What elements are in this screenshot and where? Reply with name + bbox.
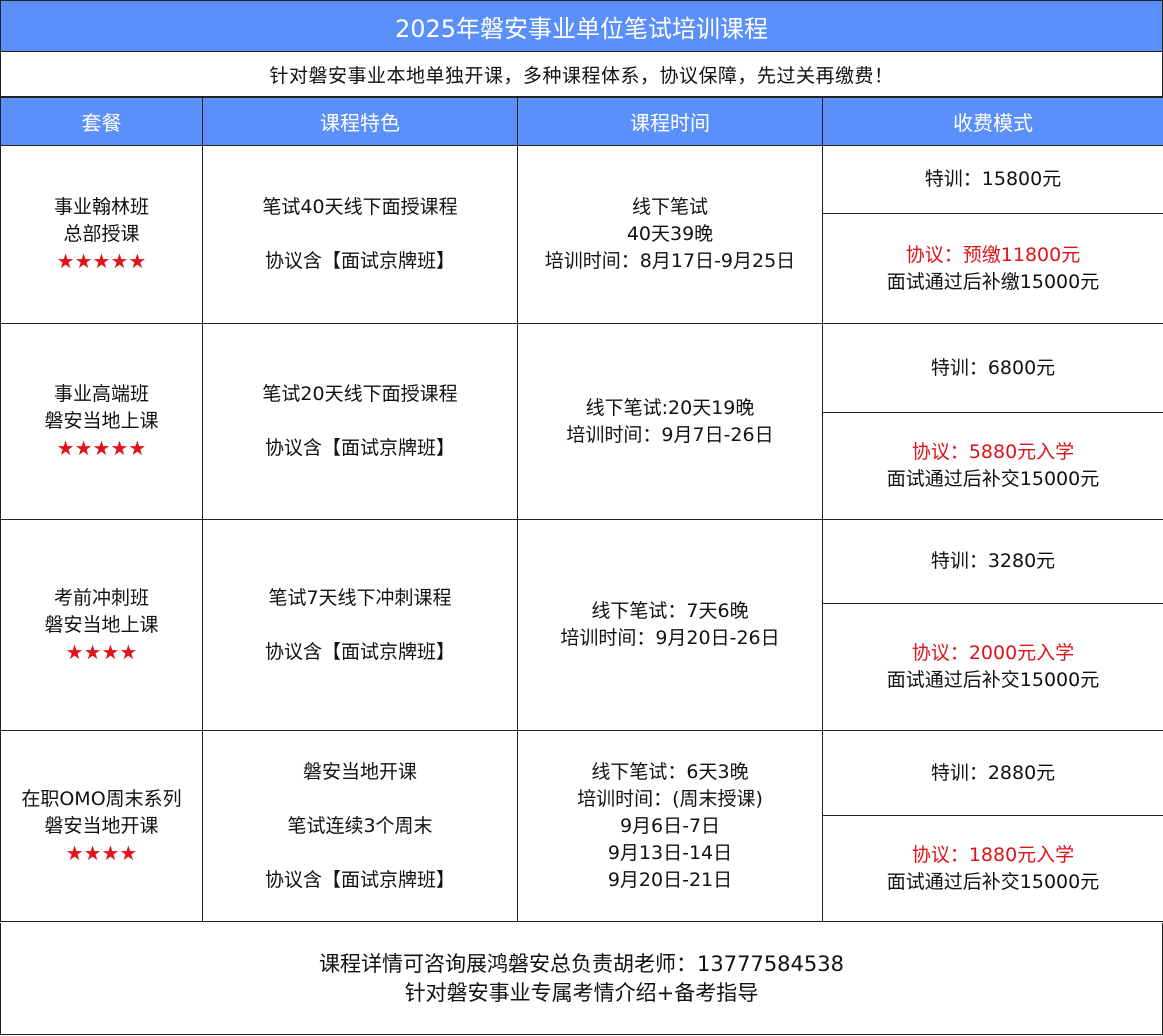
fee-special-cell: 特训：2880元: [822, 730, 1163, 816]
fee-agreement-cell: 协议：5880元入学 面试通过后补交15000元: [822, 412, 1163, 520]
feature-line: 协议含【面试京牌班】: [264, 640, 455, 663]
time-line: 培训时间：8月17日-9月25日: [544, 250, 796, 272]
fee-special-cell: 特训：6800元: [822, 323, 1163, 413]
package-cell: 考前冲刺班 磐安当地上课 ★★★★: [0, 519, 203, 731]
feature-line: 协议含【面试京牌班】: [264, 868, 455, 891]
package-name: 事业高端班: [53, 383, 149, 405]
time-line: 培训时间：9月20日-26日: [560, 627, 780, 649]
header-time: 课程时间: [517, 97, 823, 146]
fee-note: 面试通过后补缴15000元: [886, 270, 1100, 293]
time-cell: 线下笔试：6天3晚 培训时间：(周末授课) 9月6日-7日 9月13日-14日 …: [517, 730, 823, 922]
fee-special-cell: 特训：15800元: [822, 145, 1163, 214]
time-line: 40天39晚: [626, 223, 714, 245]
package-cell: 事业翰林班 总部授课 ★★★★★: [0, 145, 203, 324]
fee-agreement: 协议：1880元入学: [911, 843, 1075, 866]
time-line: 培训时间：(周末授课): [577, 787, 763, 810]
course-sheet: 2025年磐安事业单位笔试培训课程 针对磐安事业本地单独开课，多种课程体系，协议…: [0, 0, 1163, 1036]
fee-special: 特训：2880元: [930, 761, 1056, 784]
package-location: 磐安当地开课: [44, 814, 159, 837]
fee-agreement: 协议：预缴11800元: [905, 243, 1081, 266]
time-line: 9月20日-21日: [607, 868, 733, 891]
package-cell: 事业高端班 磐安当地上课 ★★★★★: [0, 323, 203, 520]
course-table: 套餐 课程特色 课程时间 收费模式 事业翰林班 总部授课 ★★★★★ 笔试40天…: [0, 97, 1163, 922]
time-line: 9月6日-7日: [619, 814, 721, 837]
package-location: 总部授课: [63, 223, 140, 245]
time-cell: 线下笔试：7天6晚 培训时间：9月20日-26日: [517, 519, 823, 731]
feature-line: 协议含【面试京牌班】: [264, 250, 455, 272]
header-features: 课程特色: [202, 97, 518, 146]
package-name: 考前冲刺班: [53, 586, 149, 609]
fee-special: 特训：15800元: [924, 168, 1062, 190]
fee-agreement-cell: 协议：1880元入学 面试通过后补交15000元: [822, 815, 1163, 922]
features-cell: 笔试40天线下面授课程 协议含【面试京牌班】: [202, 145, 518, 324]
page-title: 2025年磐安事业单位笔试培训课程: [0, 0, 1163, 52]
time-cell: 线下笔试 40天39晚 培训时间：8月17日-9月25日: [517, 145, 823, 324]
table-row: 事业翰林班 总部授课 ★★★★★ 笔试40天线下面授课程 协议含【面试京牌班】 …: [0, 145, 1163, 324]
package-location: 磐安当地上课: [44, 410, 159, 432]
package-name: 事业翰林班: [53, 196, 149, 218]
fee-agreement-cell: 协议：预缴11800元 面试通过后补缴15000元: [822, 213, 1163, 324]
rating-stars: ★★★★★: [56, 249, 147, 273]
fee-special: 特训：6800元: [930, 356, 1056, 379]
header-package: 套餐: [0, 97, 203, 146]
time-line: 培训时间：9月7日-26日: [566, 423, 774, 446]
package-name: 在职OMO周末系列: [21, 787, 182, 810]
contact-line: 课程详情可咨询展鸿磐安总负责胡老师：13777584538: [319, 951, 844, 976]
guidance-line: 针对磐安事业专属考情介绍+备考指导: [404, 980, 759, 1005]
feature-line: 磐安当地开课: [302, 760, 417, 783]
time-line: 线下笔试:20天19晚: [585, 396, 755, 419]
time-line: 9月13日-14日: [607, 841, 733, 864]
fee-note: 面试通过后补交15000元: [886, 468, 1100, 490]
rating-stars: ★★★★★: [56, 436, 147, 460]
feature-line: 笔试40天线下面授课程: [262, 196, 458, 218]
fee-agreement: 协议：2000元入学: [911, 642, 1075, 664]
fee-special-cell: 特训：3280元: [822, 519, 1163, 604]
feature-line: 笔试20天线下面授课程: [262, 383, 458, 405]
header-fee: 收费模式: [822, 97, 1163, 146]
fee-note: 面试通过后补交15000元: [886, 870, 1100, 893]
rating-stars: ★★★★: [65, 639, 138, 664]
features-cell: 笔试7天线下冲刺课程 协议含【面试京牌班】: [202, 519, 518, 731]
contact-footer: 课程详情可咨询展鸿磐安总负责胡老师：13777584538 针对磐安事业专属考情…: [0, 923, 1163, 1035]
time-line: 线下笔试: [631, 196, 708, 218]
feature-line: 笔试连续3个周末: [287, 814, 433, 837]
time-line: 线下笔试：6天3晚: [591, 760, 749, 783]
table-header-row: 套餐 课程特色 课程时间 收费模式: [0, 97, 1163, 146]
rating-stars: ★★★★: [65, 840, 138, 865]
feature-line: 笔试7天线下冲刺课程: [268, 586, 452, 609]
features-cell: 笔试20天线下面授课程 协议含【面试京牌班】: [202, 323, 518, 520]
table-row: 事业高端班 磐安当地上课 ★★★★★ 笔试20天线下面授课程 协议含【面试京牌班…: [0, 323, 1163, 520]
time-line: 线下笔试：7天6晚: [591, 600, 749, 622]
table-row: 在职OMO周末系列 磐安当地开课 ★★★★ 磐安当地开课 笔试连续3个周末 协议…: [0, 730, 1163, 922]
page-subtitle: 针对磐安事业本地单独开课，多种课程体系，协议保障，先过关再缴费！: [0, 52, 1163, 97]
fee-agreement-cell: 协议：2000元入学 面试通过后补交15000元: [822, 603, 1163, 731]
fee-agreement: 协议：5880元入学: [911, 441, 1075, 463]
package-cell: 在职OMO周末系列 磐安当地开课 ★★★★: [0, 730, 203, 922]
package-location: 磐安当地上课: [44, 613, 159, 636]
time-cell: 线下笔试:20天19晚 培训时间：9月7日-26日: [517, 323, 823, 520]
feature-line: 协议含【面试京牌班】: [264, 437, 455, 459]
features-cell: 磐安当地开课 笔试连续3个周末 协议含【面试京牌班】: [202, 730, 518, 922]
fee-note: 面试通过后补交15000元: [886, 669, 1100, 691]
table-row: 考前冲刺班 磐安当地上课 ★★★★ 笔试7天线下冲刺课程 协议含【面试京牌班】 …: [0, 519, 1163, 731]
fee-special: 特训：3280元: [930, 550, 1056, 572]
